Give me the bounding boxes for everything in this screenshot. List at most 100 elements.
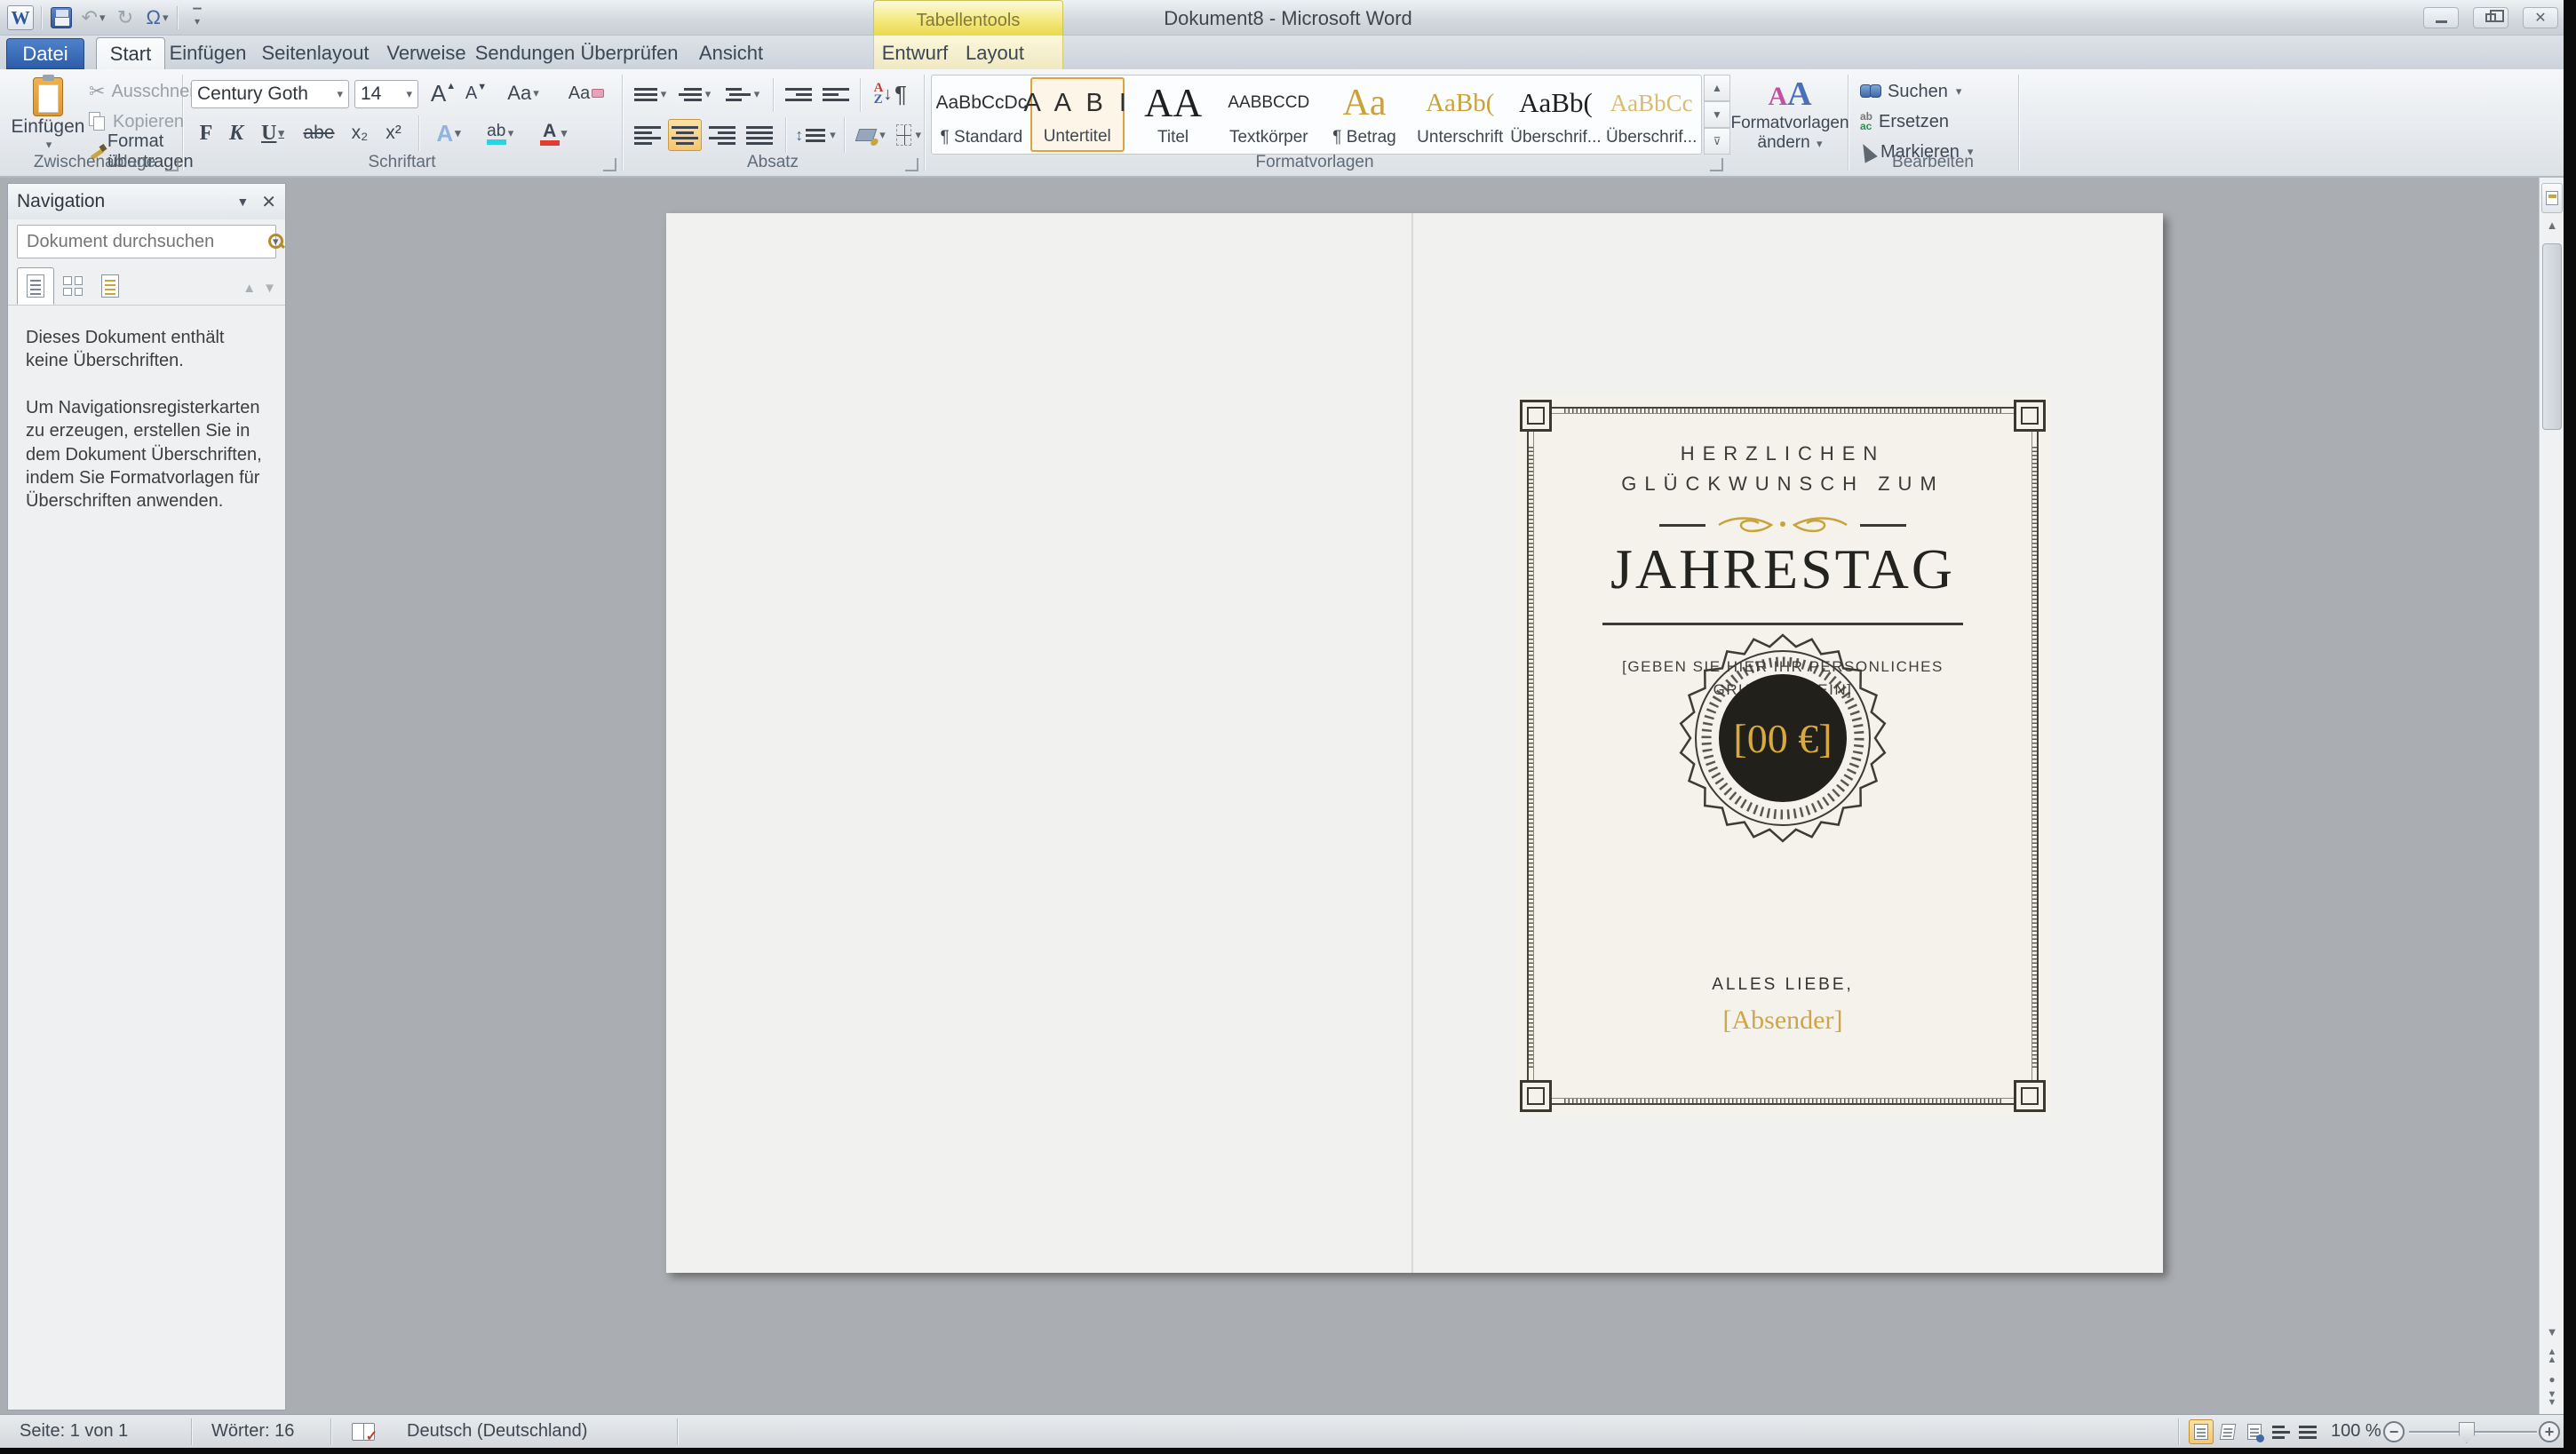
borders-dropdown-icon[interactable]: ▾ xyxy=(915,128,921,142)
bullets-dropdown-icon[interactable]: ▾ xyxy=(661,87,667,101)
numbering-button[interactable]: ▾ xyxy=(675,80,714,108)
numbering-dropdown-icon[interactable]: ▾ xyxy=(705,87,712,101)
web-layout-view-button[interactable] xyxy=(2242,1419,2267,1444)
card-greeting-line1[interactable]: HERZLICHEN xyxy=(1516,442,2049,465)
card-sender-placeholder[interactable]: [Absender] xyxy=(1516,1005,2049,1036)
bold-button[interactable]: F xyxy=(193,117,219,149)
shading-button[interactable]: ▾ xyxy=(851,119,892,151)
italic-button[interactable]: K xyxy=(223,117,250,149)
paste-dropdown-icon[interactable]: ▾ xyxy=(46,138,52,152)
tab-sendungen[interactable]: Sendungen xyxy=(480,37,570,69)
greeting-card[interactable]: HERZLICHEN GLÜCKWUNSCH ZUM JAHRESTAG [GE… xyxy=(1516,396,2049,1116)
strikethrough-button[interactable]: abe xyxy=(298,117,340,149)
close-button[interactable]: ✕ xyxy=(2523,7,2558,28)
page-count-status[interactable]: Seite: 1 von 1 xyxy=(20,1415,128,1448)
underline-button[interactable]: U▾ xyxy=(253,117,292,149)
browse-headings-tab[interactable] xyxy=(17,267,54,305)
zoom-in-button[interactable]: + xyxy=(2539,1421,2560,1442)
bullets-button[interactable]: ▾ xyxy=(631,80,670,108)
tab-ansicht[interactable]: Ansicht xyxy=(693,37,769,69)
borders-button[interactable]: ▾ xyxy=(895,119,922,151)
scroll-up-button[interactable]: ▲ xyxy=(2541,218,2563,232)
line-spacing-button[interactable]: ↕ ▾ xyxy=(792,119,839,151)
underline-dropdown-icon[interactable]: ▾ xyxy=(278,126,284,140)
styles-dialog-launcher[interactable] xyxy=(1710,158,1723,171)
document-search-box[interactable]: ▾ xyxy=(17,225,276,258)
superscript-button[interactable]: x² xyxy=(378,117,409,149)
vertical-scrollbar[interactable]: ▲ ▼ ▲▲ ● ▼▼ xyxy=(2539,178,2564,1414)
align-center-button[interactable] xyxy=(668,119,702,151)
gallery-scroll-down-button[interactable]: ▼ xyxy=(1704,101,1730,128)
change-styles-button[interactable]: AA Formatvorlagen ändern ▾ xyxy=(1737,75,1842,158)
paragraph-dialog-launcher[interactable] xyxy=(905,158,918,171)
paste-button[interactable]: Einfügen ▾ xyxy=(12,76,83,160)
tab-datei[interactable]: Datei xyxy=(6,38,84,69)
highlight-color-button[interactable]: ab ▾ xyxy=(475,117,525,149)
amount-badge[interactable]: [00 €] xyxy=(1672,627,1894,849)
zoom-out-button[interactable]: − xyxy=(2383,1421,2405,1442)
word-count-status[interactable]: Wörter: 16 xyxy=(211,1415,294,1448)
shrink-font-button[interactable]: A▼ xyxy=(461,78,491,108)
align-right-button[interactable] xyxy=(705,119,739,151)
outline-view-button[interactable] xyxy=(2269,1419,2294,1444)
gallery-more-button[interactable]: ⊽ xyxy=(1704,128,1730,155)
tab-layout[interactable]: Layout xyxy=(961,37,1029,69)
tab-start[interactable]: Start xyxy=(96,37,165,69)
tab-einfuegen[interactable]: Einfügen xyxy=(169,37,247,69)
ruler-toggle-button[interactable] xyxy=(2541,183,2563,213)
style-unterschrift[interactable]: AaBb( Unterschrift xyxy=(1413,77,1507,152)
next-page-button[interactable]: ▼▼ xyxy=(2541,1391,2563,1407)
gallery-scroll-up-button[interactable]: ▲ xyxy=(1704,75,1730,101)
font-size-dropdown-icon[interactable]: ▾ xyxy=(406,87,412,101)
font-name-combo[interactable]: Century Goth▾ xyxy=(191,80,349,108)
decrease-indent-button[interactable] xyxy=(782,80,815,108)
font-color-dropdown-icon[interactable]: ▾ xyxy=(561,126,568,140)
change-case-button[interactable]: Aa▾ xyxy=(500,78,546,108)
style-ueberschrift1[interactable]: AaBb( Überschrif... xyxy=(1509,77,1603,152)
highlight-dropdown-icon[interactable]: ▾ xyxy=(508,126,514,140)
pane-options-dropdown-icon[interactable]: ▼ xyxy=(236,195,249,209)
replace-button[interactable]: ab ac Ersetzen xyxy=(1860,108,1949,135)
zoom-level-label[interactable]: 100 % xyxy=(2331,1415,2381,1448)
font-dialog-launcher[interactable] xyxy=(603,158,616,171)
tab-ueberpruefen[interactable]: Überprüfen xyxy=(582,37,677,69)
line-spacing-dropdown-icon[interactable]: ▾ xyxy=(830,128,836,142)
style-untertitel[interactable]: A A B I Untertitel xyxy=(1030,77,1125,152)
scroll-down-button[interactable]: ▼ xyxy=(2541,1325,2563,1339)
browse-results-tab[interactable] xyxy=(91,267,129,305)
text-effects-dropdown-icon[interactable]: ▾ xyxy=(455,126,461,140)
select-browse-object-button[interactable]: ● xyxy=(2541,1373,2563,1386)
fullscreen-reading-view-button[interactable] xyxy=(2215,1419,2240,1444)
minimize-button[interactable] xyxy=(2423,7,2459,28)
previous-result-button[interactable]: ▲ xyxy=(242,281,256,296)
text-effects-button[interactable]: A▾ xyxy=(427,117,470,149)
multilevel-list-button[interactable]: ▾ xyxy=(721,80,764,108)
multilevel-dropdown-icon[interactable]: ▾ xyxy=(754,87,760,101)
style-textkoerper[interactable]: AABBCCD Textkörper xyxy=(1221,77,1316,152)
language-status[interactable]: Deutsch (Deutschland) xyxy=(407,1415,587,1448)
tab-seitenlayout[interactable]: Seitenlayout xyxy=(259,37,371,69)
subscript-button[interactable]: x₂ xyxy=(344,117,376,149)
document-page[interactable]: HERZLICHEN GLÜCKWUNSCH ZUM JAHRESTAG [GE… xyxy=(666,213,2163,1273)
print-layout-view-button[interactable] xyxy=(2189,1419,2214,1444)
justify-button[interactable] xyxy=(743,119,776,151)
style-titel[interactable]: AA Titel xyxy=(1126,77,1220,152)
draft-view-button[interactable] xyxy=(2295,1419,2320,1444)
font-color-button[interactable]: A ▾ xyxy=(530,117,576,149)
card-title[interactable]: JAHRESTAG xyxy=(1516,536,2049,602)
amount-placeholder[interactable]: [00 €] xyxy=(1672,627,1894,849)
shading-dropdown-icon[interactable]: ▾ xyxy=(879,128,886,142)
style-betrag[interactable]: Aa ¶ Betrag xyxy=(1317,77,1411,152)
find-dropdown-icon[interactable]: ▾ xyxy=(1956,84,1962,99)
browse-pages-tab[interactable] xyxy=(54,267,91,305)
grow-font-button[interactable]: A▲ xyxy=(427,78,459,108)
increase-indent-button[interactable] xyxy=(819,80,853,108)
card-greeting-line2[interactable]: GLÜCKWUNSCH ZUM xyxy=(1516,473,2049,496)
font-name-dropdown-icon[interactable]: ▾ xyxy=(337,87,343,101)
style-ueberschrift2[interactable]: AaBbCc Überschrif... xyxy=(1604,77,1698,152)
change-case-dropdown-icon[interactable]: ▾ xyxy=(533,86,539,100)
change-styles-dropdown-icon[interactable]: ▾ xyxy=(1817,137,1823,150)
clear-formatting-button[interactable]: Aa xyxy=(566,78,607,108)
align-left-button[interactable] xyxy=(631,119,664,151)
clipboard-dialog-launcher[interactable] xyxy=(165,158,179,171)
